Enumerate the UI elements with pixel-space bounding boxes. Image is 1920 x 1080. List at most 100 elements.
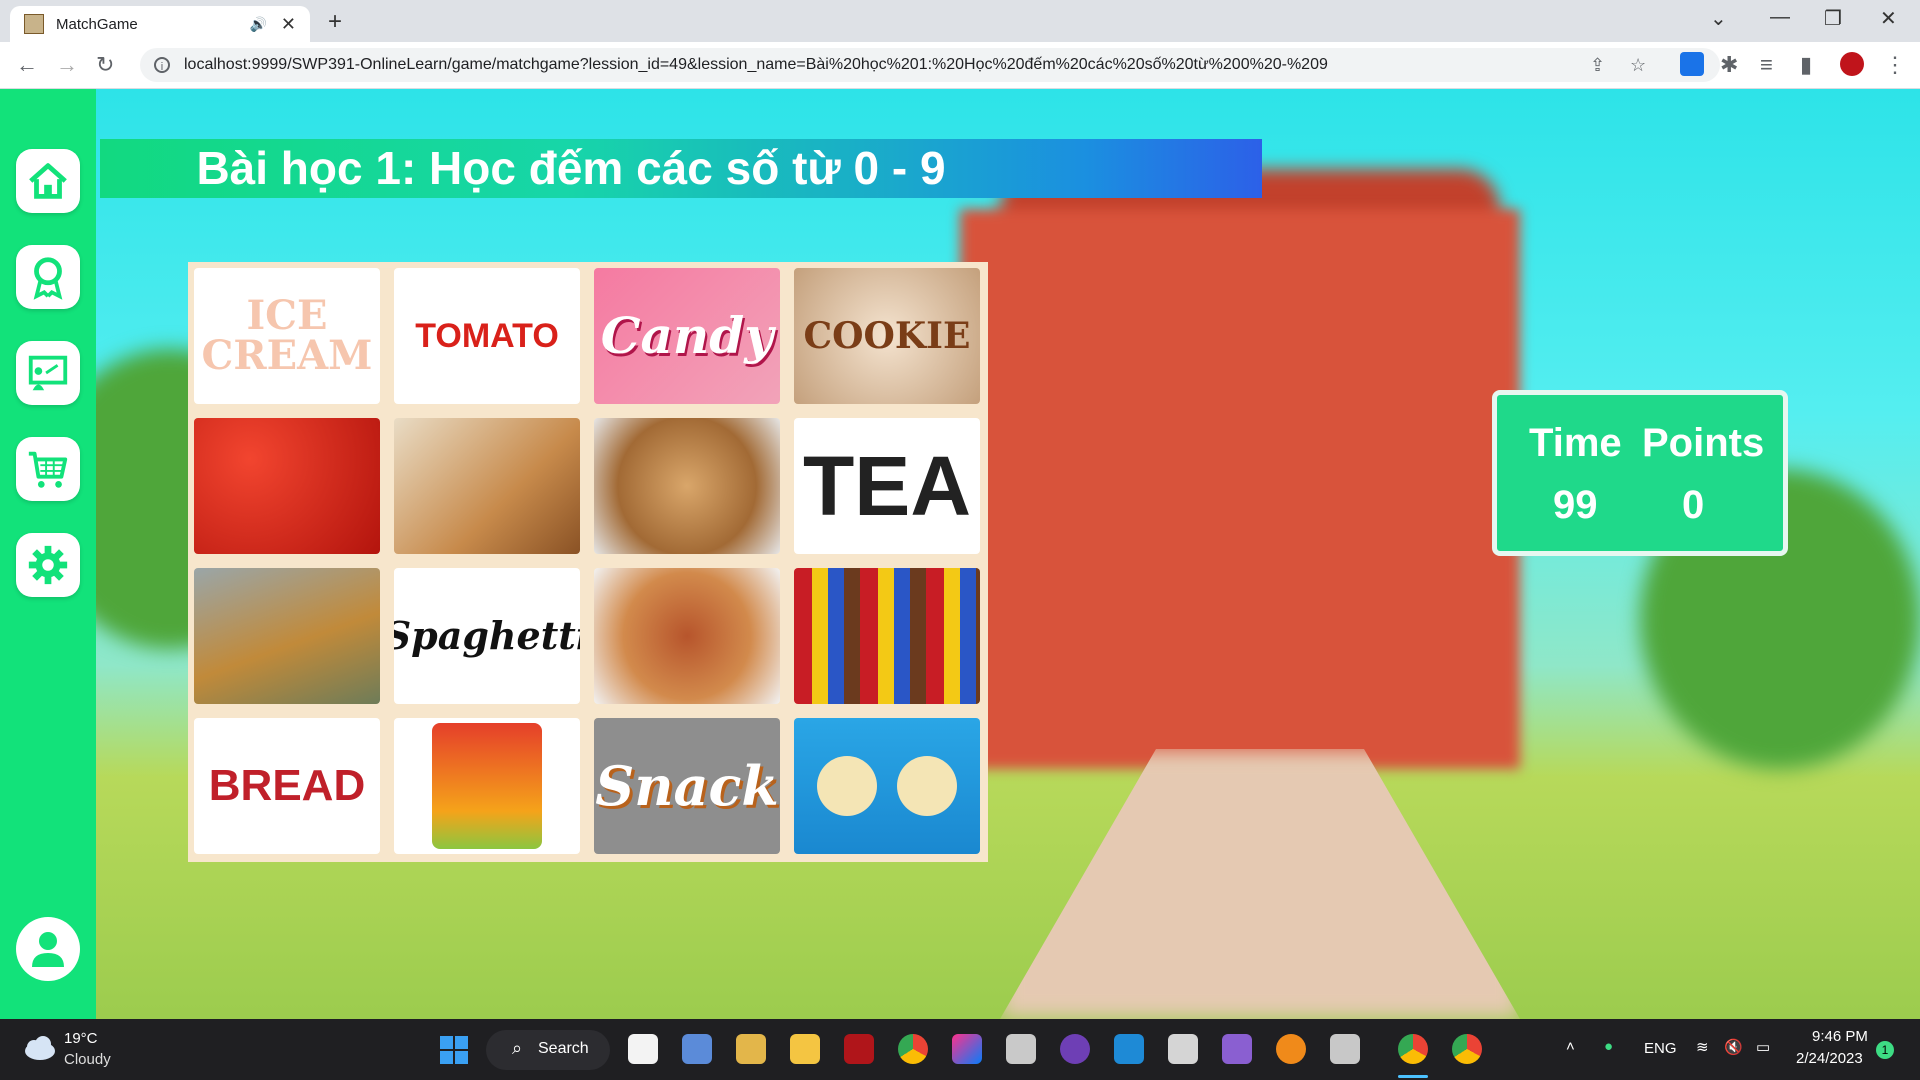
sidebar-home-button[interactable]	[16, 149, 80, 213]
app-icon[interactable]	[736, 1034, 766, 1064]
tray-overflow-icon[interactable]: ˄	[1566, 1038, 1575, 1055]
search-label: Search	[538, 1040, 589, 1057]
share-icon[interactable]: ⇪	[1590, 48, 1605, 82]
app-icon[interactable]	[1006, 1034, 1036, 1064]
sidebar-achievements-button[interactable]	[16, 245, 80, 309]
unity-icon[interactable]	[1168, 1034, 1198, 1064]
search-icon: ⌕	[512, 1038, 523, 1058]
sidebar-classroom-button[interactable]	[16, 341, 80, 405]
intellij-icon[interactable]	[952, 1034, 982, 1064]
sidebar-settings-button[interactable]	[16, 533, 80, 597]
cart-icon	[28, 451, 68, 488]
tab-title: MatchGame	[56, 15, 138, 33]
forward-icon[interactable]: →	[56, 52, 78, 78]
match-card[interactable]	[194, 568, 380, 704]
match-card[interactable]: Spaghetti	[394, 568, 580, 704]
points-label: Points	[1642, 421, 1765, 465]
recycle-bin-icon[interactable]	[682, 1034, 712, 1064]
taskbar: 19°C Cloudy ⌕ Search ˄ ● ENG ≋ 🔇 ▭ 9:46 …	[0, 1019, 1920, 1080]
language-indicator[interactable]: ENG	[1644, 1040, 1677, 1057]
match-card[interactable]: TEA	[794, 418, 980, 554]
side-panel-icon[interactable]: ▮	[1800, 52, 1812, 78]
app-icon[interactable]	[844, 1034, 874, 1064]
notification-badge[interactable]: 1	[1876, 1041, 1894, 1059]
match-card[interactable]	[394, 718, 580, 854]
chrome-active-icon[interactable]	[1398, 1034, 1428, 1064]
browser-menu-icon[interactable]: ⋮	[1884, 52, 1906, 78]
points-value: 0	[1682, 483, 1705, 527]
extension-drop-icon[interactable]	[1680, 52, 1704, 76]
speaker-icon[interactable]: 🔊	[249, 16, 266, 33]
walkway-bg	[1000, 749, 1520, 1019]
microphone-icon[interactable]: ●	[1604, 1038, 1613, 1055]
back-icon[interactable]: ←	[16, 52, 38, 78]
score-panel: Time Points 99 0	[1492, 390, 1788, 556]
blender-icon[interactable]	[1276, 1034, 1306, 1064]
match-card[interactable]	[794, 718, 980, 854]
weather-condition[interactable]: Cloudy	[64, 1051, 111, 1068]
new-tab-icon[interactable]: +	[328, 8, 342, 36]
volume-muted-icon[interactable]: 🔇	[1724, 1038, 1743, 1056]
tab-search-icon[interactable]: ⌄	[1710, 6, 1727, 31]
address-bar[interactable]: i localhost:9999/SWP391-OnlineLearn/game…	[140, 48, 1720, 82]
match-card[interactable]: BREAD	[194, 718, 380, 854]
match-card[interactable]: Snack	[594, 718, 780, 854]
match-card[interactable]: COOKIE	[794, 268, 980, 404]
sidebar-profile-button[interactable]	[16, 917, 80, 981]
chrome-icon[interactable]	[898, 1034, 928, 1064]
match-card[interactable]: ICE CREAM	[194, 268, 380, 404]
visual-studio-icon[interactable]	[1222, 1034, 1252, 1064]
site-info-icon[interactable]: i	[154, 57, 170, 73]
bookmark-star-icon[interactable]: ☆	[1630, 48, 1646, 82]
vscode-icon[interactable]	[1114, 1034, 1144, 1064]
clock-date[interactable]: 2/24/2023	[1796, 1050, 1863, 1067]
github-icon[interactable]	[1060, 1034, 1090, 1064]
sidebar	[0, 89, 96, 1019]
game-page: Bài học 1: Học đếm các số từ 0 - 9 ICE C…	[0, 89, 1920, 1019]
weather-temperature[interactable]: 19°C	[64, 1030, 98, 1047]
match-card[interactable]	[394, 418, 580, 554]
user-icon	[32, 932, 64, 967]
award-icon	[33, 257, 63, 300]
classroom-icon	[28, 355, 68, 391]
time-value: 99	[1553, 483, 1598, 527]
match-card[interactable]	[194, 418, 380, 554]
gear-icon	[28, 545, 68, 585]
reload-icon[interactable]: ↻	[96, 52, 114, 78]
minimize-icon[interactable]: —	[1770, 6, 1790, 29]
match-card[interactable]	[594, 418, 780, 554]
browser-tab[interactable]: MatchGame 🔊 ✕	[10, 6, 310, 42]
file-explorer-icon[interactable]	[790, 1034, 820, 1064]
battery-icon[interactable]: ▭	[1756, 1038, 1770, 1056]
cloud-icon	[25, 1036, 55, 1060]
restore-icon[interactable]: ❐	[1824, 6, 1842, 31]
time-label: Time	[1529, 421, 1622, 465]
ice-cream-scoop	[817, 756, 877, 816]
corn-chip-bag	[432, 723, 542, 849]
sidebar-shop-button[interactable]	[16, 437, 80, 501]
window-close-icon[interactable]: ✕	[1880, 6, 1897, 31]
match-card-board: ICE CREAM TOMATO Candy COOKIE TEA Spaghe…	[188, 262, 988, 862]
match-card[interactable]: Candy	[594, 268, 780, 404]
wifi-icon[interactable]: ≋	[1696, 1038, 1709, 1056]
browser-toolbar: ← → ↻ i localhost:9999/SWP391-OnlineLear…	[0, 42, 1920, 89]
reading-list-icon[interactable]: ≡	[1760, 52, 1773, 78]
school-building-bg	[960, 209, 1520, 769]
match-card[interactable]	[594, 568, 780, 704]
url-text[interactable]: localhost:9999/SWP391-OnlineLearn/game/m…	[184, 56, 1328, 74]
favicon-icon	[24, 14, 44, 34]
unity-hub-icon[interactable]	[1330, 1034, 1360, 1064]
close-tab-icon[interactable]: ✕	[281, 14, 296, 35]
clock-time[interactable]: 9:46 PM	[1812, 1028, 1868, 1045]
browser-tab-bar: MatchGame 🔊 ✕ + ⌄ — ❐ ✕	[0, 0, 1920, 42]
match-card[interactable]: TOMATO	[394, 268, 580, 404]
windows-start-icon[interactable]	[440, 1036, 468, 1064]
extensions-puzzle-icon[interactable]: ✱	[1720, 52, 1738, 78]
active-app-indicator	[1398, 1075, 1428, 1078]
home-icon	[29, 163, 67, 199]
chrome-profile-icon[interactable]	[1452, 1034, 1482, 1064]
match-card[interactable]	[794, 568, 980, 704]
profile-avatar-icon[interactable]	[1840, 52, 1864, 76]
ice-cream-scoop	[897, 756, 957, 816]
store-icon[interactable]	[628, 1034, 658, 1064]
